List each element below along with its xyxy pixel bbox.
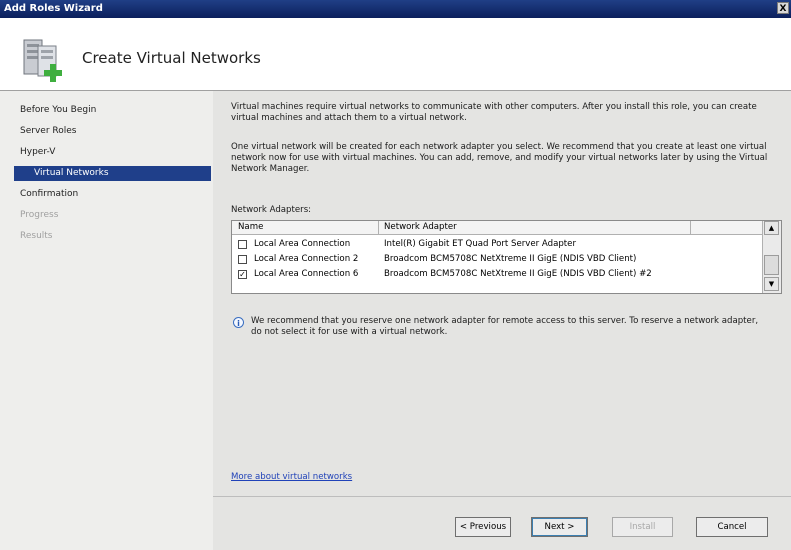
step-hyper-v[interactable]: Hyper-V: [20, 147, 55, 157]
install-button: Install: [612, 517, 673, 537]
adapter-name: Local Area Connection 6: [254, 269, 359, 279]
cancel-button[interactable]: Cancel: [696, 517, 768, 537]
step-server-roles[interactable]: Server Roles: [20, 126, 76, 136]
adapter-description: Broadcom BCM5708C NetXtreme II GigE (NDI…: [384, 254, 637, 264]
step-confirmation[interactable]: Confirmation: [20, 189, 78, 199]
footer-divider: [213, 496, 791, 497]
adapter-description: Intel(R) Gigabit ET Quad Port Server Ada…: [384, 239, 576, 249]
network-adapters-label: Network Adapters:: [231, 205, 312, 215]
info-icon: i: [233, 317, 244, 328]
network-adapters-list[interactable]: Name Network Adapter Local Area Connecti…: [231, 220, 782, 294]
detail-text: One virtual network will be created for …: [231, 142, 768, 174]
arrow-down-icon: ▼: [768, 280, 775, 288]
adapter-name: Local Area Connection 2: [254, 254, 359, 264]
column-divider[interactable]: [690, 221, 691, 234]
more-about-virtual-networks-link[interactable]: More about virtual networks: [231, 472, 352, 482]
step-progress: Progress: [20, 210, 59, 220]
scroll-down-button[interactable]: ▼: [764, 277, 779, 291]
intro-text: Virtual machines require virtual network…: [231, 102, 757, 123]
column-adapter-header[interactable]: Network Adapter: [384, 222, 457, 232]
page-title: Create Virtual Networks: [82, 49, 261, 67]
arrow-up-icon: ▲: [768, 224, 775, 232]
scroll-thumb[interactable]: [764, 255, 779, 275]
column-name-header[interactable]: Name: [238, 222, 263, 232]
adapter-checkbox[interactable]: [238, 240, 247, 249]
close-button[interactable]: X: [777, 2, 789, 14]
column-divider[interactable]: [378, 221, 379, 234]
adapter-row[interactable]: Local Area Connection Intel(R) Gigabit E…: [232, 238, 763, 252]
list-scrollbar[interactable]: ▲ ▼: [762, 221, 781, 293]
step-results: Results: [20, 231, 53, 241]
info-text: We recommend that you reserve one networ…: [251, 316, 759, 337]
title-bar: Add Roles Wizard X: [0, 0, 791, 18]
adapter-description: Broadcom BCM5708C NetXtreme II GigE (NDI…: [384, 269, 652, 279]
adapter-row[interactable]: ✓ Local Area Connection 6 Broadcom BCM57…: [232, 268, 763, 282]
previous-button[interactable]: < Previous: [455, 517, 511, 537]
adapter-checkbox[interactable]: [238, 255, 247, 264]
wizard-steps-sidebar: Before You Begin Server Roles Hyper-V Vi…: [0, 91, 213, 550]
window-title: Add Roles Wizard: [4, 3, 103, 14]
wizard-header: Create Virtual Networks: [0, 18, 791, 91]
list-header: Name Network Adapter: [232, 221, 763, 235]
wizard-content: Virtual machines require virtual network…: [213, 91, 791, 550]
close-icon: X: [779, 4, 787, 14]
next-button[interactable]: Next >: [531, 517, 588, 537]
server-role-icon: [23, 39, 62, 82]
adapter-row[interactable]: Local Area Connection 2 Broadcom BCM5708…: [232, 253, 763, 267]
step-virtual-networks[interactable]: Virtual Networks: [14, 166, 211, 181]
step-before-you-begin[interactable]: Before You Begin: [20, 105, 96, 115]
scroll-up-button[interactable]: ▲: [764, 221, 779, 235]
adapter-name: Local Area Connection: [254, 239, 351, 249]
step-label: Virtual Networks: [34, 168, 109, 178]
adapter-checkbox[interactable]: ✓: [238, 270, 247, 279]
